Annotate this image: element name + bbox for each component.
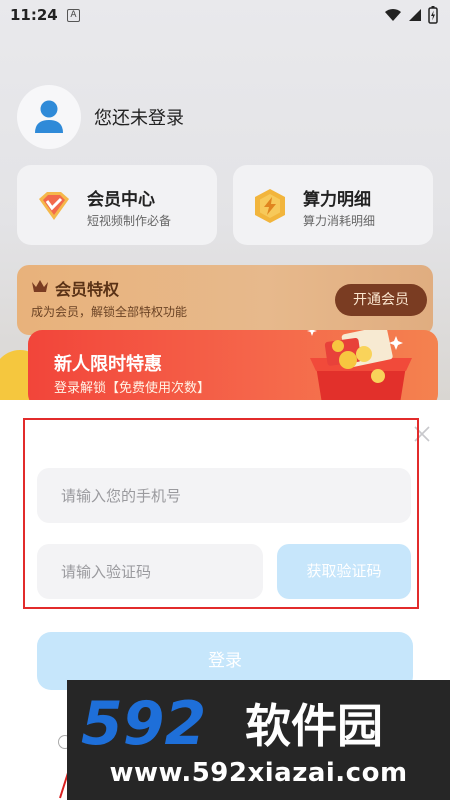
- crown-icon: [32, 280, 48, 292]
- privilege-title: 会员特权: [55, 280, 120, 299]
- verification-code-input[interactable]: [37, 544, 263, 599]
- vip-center-subtitle: 短视频制作必备: [87, 214, 172, 228]
- svg-text:592: 592: [81, 690, 206, 756]
- vip-center-card[interactable]: 会员中心 短视频制作必备: [17, 165, 217, 245]
- compute-detail-subtitle: 算力消耗明细: [303, 214, 376, 228]
- background-page: 11:24 A 您还未登录 会员中心 短视频制作必备 算力明细 算力消耗明细 会…: [0, 0, 450, 400]
- compute-detail-title: 算力明细: [303, 190, 371, 210]
- promo-subtitle: 登录解锁【免费使用次数】: [54, 381, 211, 396]
- battery-icon: [428, 6, 438, 24]
- status-time: 11:24: [10, 6, 58, 24]
- svg-text:软件园: 软件园: [245, 699, 383, 753]
- watermark: 592 软件园 www.592xiazai.com: [67, 680, 450, 800]
- vip-center-title: 会员中心: [87, 190, 155, 210]
- user-login-row[interactable]: 您还未登录: [17, 85, 184, 149]
- promo-title: 新人限时特惠: [54, 354, 162, 375]
- vip-diamond-icon: [39, 192, 69, 220]
- watermark-url: www.592xiazai.com: [109, 758, 408, 788]
- status-bar: 11:24 A: [0, 0, 450, 32]
- wifi-icon: [385, 8, 401, 21]
- phone-input[interactable]: [37, 468, 411, 523]
- newcomer-promo-banner[interactable]: 新人限时特惠 登录解锁【免费使用次数】: [28, 330, 438, 400]
- notification-badge-icon: A: [67, 9, 80, 22]
- member-privilege-banner[interactable]: 会员特权 成为会员，解锁全部特权功能 开通会员: [17, 265, 433, 335]
- privilege-subtitle: 成为会员，解锁全部特权功能: [31, 305, 188, 319]
- compute-detail-card[interactable]: 算力明细 算力消耗明细: [233, 165, 433, 245]
- signal-icon: [409, 9, 421, 21]
- open-membership-button[interactable]: 开通会员: [335, 284, 427, 316]
- status-icons: [384, 6, 438, 24]
- lightning-coin-icon: [255, 189, 285, 223]
- login-prompt-text[interactable]: 您还未登录: [94, 104, 184, 130]
- user-avatar-icon: [35, 100, 63, 133]
- watermark-logo: 592 软件园: [81, 690, 383, 756]
- gift-box-icon: [307, 330, 412, 400]
- get-code-button[interactable]: 获取验证码: [277, 544, 411, 599]
- avatar[interactable]: [17, 85, 81, 149]
